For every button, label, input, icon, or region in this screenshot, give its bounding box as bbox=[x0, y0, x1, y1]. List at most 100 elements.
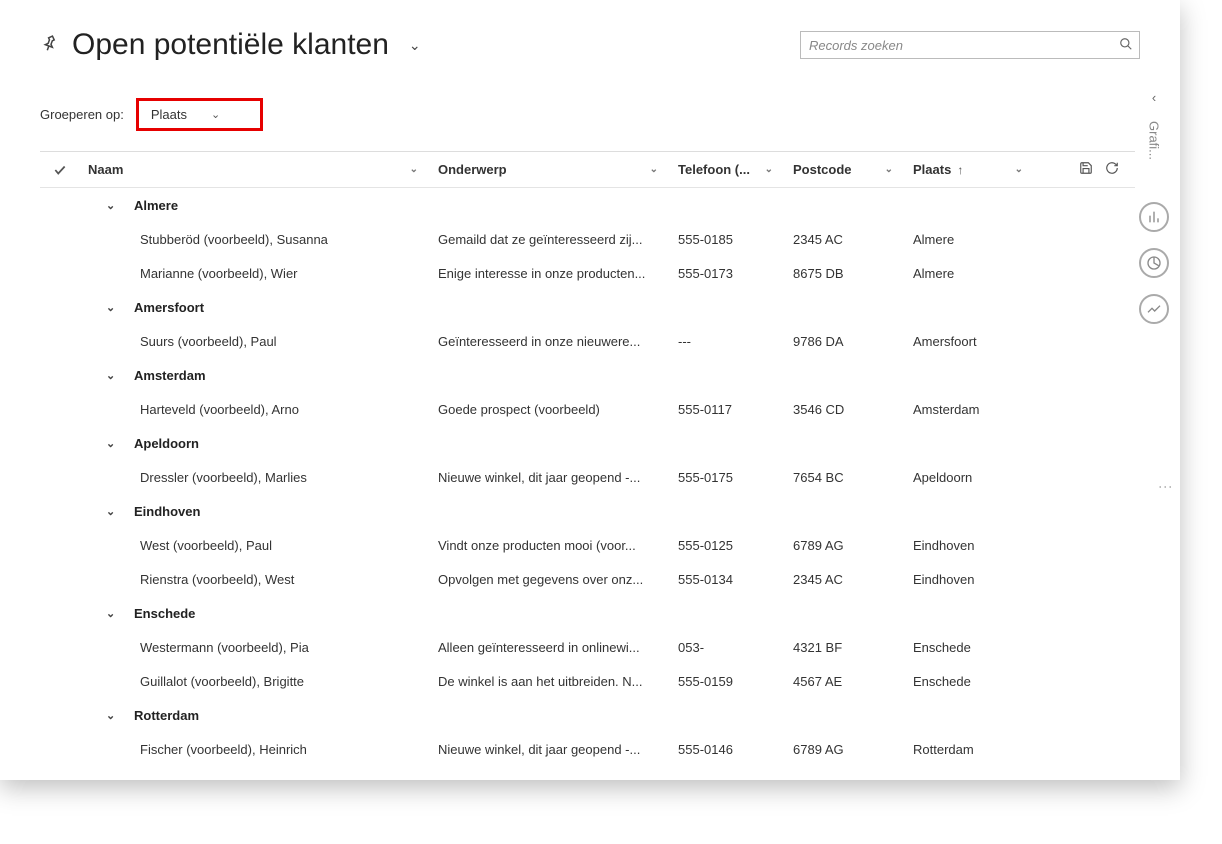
table-row[interactable]: Fischer (voorbeeld), HeinrichNieuwe wink… bbox=[40, 732, 1135, 766]
column-header-onderwerp[interactable]: Onderwerp ⌄ bbox=[430, 162, 670, 177]
cell-plaats: Almere bbox=[905, 232, 1035, 247]
cell-telefoon: 555-0159 bbox=[670, 674, 785, 689]
page-title[interactable]: Open potentiële klanten bbox=[72, 28, 389, 62]
table-row[interactable]: Suurs (voorbeeld), PaulGeïnteresseerd in… bbox=[40, 324, 1135, 358]
cell-postcode: 7654 BC bbox=[785, 470, 905, 485]
cell-telefoon: 053- bbox=[670, 640, 785, 655]
chevron-down-icon: ⌄ bbox=[650, 164, 658, 175]
chart-line-icon[interactable] bbox=[1139, 294, 1169, 324]
collapse-chevron-icon[interactable]: ‹ bbox=[1152, 90, 1156, 105]
cell-onderwerp: Geïnteresseerd in onze nieuwere... bbox=[430, 334, 670, 349]
group-header[interactable]: ⌄Enschede bbox=[40, 596, 1135, 630]
column-header-plaats[interactable]: Plaats ↑ ⌄ bbox=[905, 162, 1035, 177]
cell-naam: Fischer (voorbeeld), Heinrich bbox=[80, 742, 430, 757]
table-row[interactable]: Marianne (voorbeeld), WierEnige interess… bbox=[40, 256, 1135, 290]
group-name: Amsterdam bbox=[134, 368, 206, 383]
cell-plaats: Amersfoort bbox=[905, 334, 1035, 349]
group-by-value: Plaats bbox=[151, 107, 187, 122]
cell-postcode: 2345 AC bbox=[785, 572, 905, 587]
header: Open potentiële klanten ⌄ bbox=[40, 28, 1180, 62]
main-panel: Open potentiële klanten ⌄ Groeperen op: … bbox=[0, 0, 1180, 780]
cell-plaats: Amsterdam bbox=[905, 402, 1035, 417]
chevron-down-icon: ⌄ bbox=[106, 505, 120, 518]
column-header-naam[interactable]: Naam ⌄ bbox=[80, 162, 430, 177]
chevron-down-icon: ⌄ bbox=[211, 108, 220, 121]
group-header[interactable]: ⌄Rotterdam bbox=[40, 698, 1135, 732]
cell-postcode: 4321 BF bbox=[785, 640, 905, 655]
chevron-down-icon: ⌄ bbox=[106, 199, 120, 212]
cell-onderwerp: Vindt onze producten mooi (voor... bbox=[430, 538, 670, 553]
cell-postcode: 6789 AG bbox=[785, 538, 905, 553]
cell-telefoon: 555-0173 bbox=[670, 266, 785, 281]
cell-telefoon: --- bbox=[670, 334, 785, 349]
search-input[interactable] bbox=[809, 38, 1119, 53]
right-rail: ‹ Grafi... bbox=[1140, 90, 1168, 324]
group-header[interactable]: ⌄ Eindhoven bbox=[40, 494, 1135, 528]
save-icon[interactable] bbox=[1079, 161, 1093, 178]
group-header[interactable]: ⌄Apeldoorn bbox=[40, 426, 1135, 460]
cell-onderwerp: Nieuwe winkel, dit jaar geopend -... bbox=[430, 470, 670, 485]
sort-asc-icon: ↑ bbox=[957, 163, 963, 177]
group-header[interactable]: ⌄Amsterdam bbox=[40, 358, 1135, 392]
group-name: Eindhoven bbox=[134, 504, 200, 519]
chevron-down-icon: ⌄ bbox=[106, 607, 120, 620]
chevron-down-icon: ⌄ bbox=[106, 301, 120, 314]
rail-label[interactable]: Grafi... bbox=[1147, 121, 1162, 160]
cell-naam: Harteveld (voorbeeld), Arno bbox=[80, 402, 430, 417]
cell-naam: Stubberöd (voorbeeld), Susanna bbox=[80, 232, 430, 247]
cell-naam: Westermann (voorbeeld), Pia bbox=[80, 640, 430, 655]
cell-postcode: 8675 DB bbox=[785, 266, 905, 281]
group-header[interactable]: ⌄ Amersfoort bbox=[40, 290, 1135, 324]
chart-pie-icon[interactable] bbox=[1139, 248, 1169, 278]
cell-telefoon: 555-0175 bbox=[670, 470, 785, 485]
cell-onderwerp: Gemaild dat ze geïnteresseerd zij... bbox=[430, 232, 670, 247]
table-row[interactable]: Westermann (voorbeeld), PiaAlleen geïnte… bbox=[40, 630, 1135, 664]
chevron-down-icon: ⌄ bbox=[410, 164, 418, 175]
cell-plaats: Eindhoven bbox=[905, 538, 1035, 553]
refresh-icon[interactable] bbox=[1105, 161, 1119, 178]
cell-plaats: Enschede bbox=[905, 640, 1035, 655]
cell-postcode: 6789 AG bbox=[785, 742, 905, 757]
chevron-down-icon: ⌄ bbox=[1015, 164, 1023, 175]
view-selector-chevron-icon[interactable]: ⌄ bbox=[409, 37, 421, 54]
table-row[interactable]: Dressler (voorbeeld), MarliesNieuwe wink… bbox=[40, 460, 1135, 494]
table-row[interactable]: West (voorbeeld), PaulVindt onze product… bbox=[40, 528, 1135, 562]
table-row[interactable]: Guillalot (voorbeeld), BrigitteDe winkel… bbox=[40, 664, 1135, 698]
cell-onderwerp: Nieuwe winkel, dit jaar geopend -... bbox=[430, 742, 670, 757]
cell-plaats: Rotterdam bbox=[905, 742, 1035, 757]
cell-naam: Dressler (voorbeeld), Marlies bbox=[80, 470, 430, 485]
group-name: Amersfoort bbox=[134, 300, 204, 315]
cell-onderwerp: Opvolgen met gegevens over onz... bbox=[430, 572, 670, 587]
drag-handle-icon[interactable]: ⋮ bbox=[1158, 480, 1174, 492]
group-by-select[interactable]: Plaats ⌄ bbox=[136, 98, 263, 131]
cell-onderwerp: Alleen geïnteresseerd in onlinewi... bbox=[430, 640, 670, 655]
cell-naam: Guillalot (voorbeeld), Brigitte bbox=[80, 674, 430, 689]
search-icon[interactable] bbox=[1119, 37, 1133, 54]
group-header[interactable]: ⌄Almere bbox=[40, 188, 1135, 222]
cell-plaats: Enschede bbox=[905, 674, 1035, 689]
cell-postcode: 2345 AC bbox=[785, 232, 905, 247]
column-header-telefoon[interactable]: Telefoon (... ⌄ bbox=[670, 162, 785, 177]
chevron-down-icon: ⌄ bbox=[765, 164, 773, 175]
pin-icon[interactable] bbox=[37, 31, 62, 59]
cell-plaats: Apeldoorn bbox=[905, 470, 1035, 485]
table-row[interactable]: Stubberöd (voorbeeld), SusannaGemaild da… bbox=[40, 222, 1135, 256]
search-box[interactable] bbox=[800, 31, 1140, 59]
cell-telefoon: 555-0117 bbox=[670, 402, 785, 417]
grid-header-row: Naam ⌄ Onderwerp ⌄ Telefoon (... ⌄ Postc… bbox=[40, 152, 1135, 188]
column-header-postcode[interactable]: Postcode ⌄ bbox=[785, 162, 905, 177]
grid-actions bbox=[1035, 161, 1135, 178]
chevron-down-icon: ⌄ bbox=[106, 709, 120, 722]
table-row[interactable]: Harteveld (voorbeeld), ArnoGoede prospec… bbox=[40, 392, 1135, 426]
table-row[interactable]: Rienstra (voorbeeld), WestOpvolgen met g… bbox=[40, 562, 1135, 596]
cell-telefoon: 555-0185 bbox=[670, 232, 785, 247]
cell-postcode: 3546 CD bbox=[785, 402, 905, 417]
cell-plaats: Eindhoven bbox=[905, 572, 1035, 587]
cell-plaats: Almere bbox=[905, 266, 1035, 281]
chart-bar-icon[interactable] bbox=[1139, 202, 1169, 232]
cell-naam: Suurs (voorbeeld), Paul bbox=[80, 334, 430, 349]
cell-naam: Marianne (voorbeeld), Wier bbox=[80, 266, 430, 281]
grid-body: ⌄AlmereStubberöd (voorbeeld), SusannaGem… bbox=[40, 188, 1135, 766]
select-all-checkbox[interactable] bbox=[40, 162, 80, 178]
data-grid: Naam ⌄ Onderwerp ⌄ Telefoon (... ⌄ Postc… bbox=[40, 151, 1135, 766]
